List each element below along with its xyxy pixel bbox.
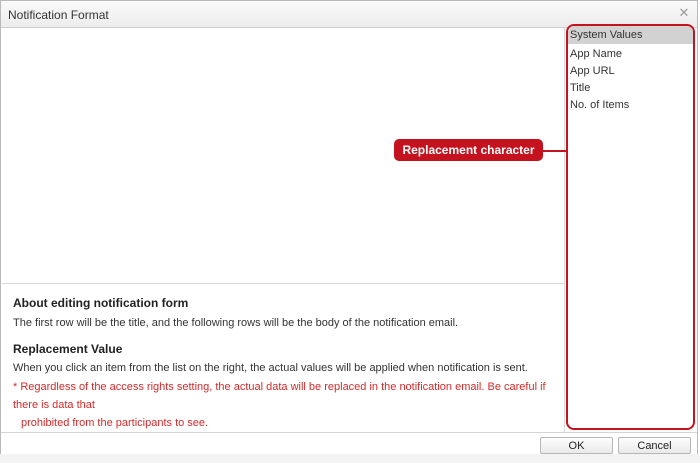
- editor-divider: [2, 283, 564, 284]
- cancel-button[interactable]: Cancel: [618, 437, 691, 454]
- warning-text: * Regardless of the access rights settin…: [13, 378, 558, 432]
- callout-connector: [543, 150, 566, 152]
- panel-divider: [564, 28, 565, 432]
- dialog-title: Notification Format: [8, 8, 109, 22]
- system-value-app-name[interactable]: App Name: [570, 46, 629, 63]
- system-value-no-of-items[interactable]: No. of Items: [570, 97, 629, 114]
- editing-help-heading: About editing notification form: [13, 296, 189, 310]
- background-page-text: [0, 454, 700, 463]
- system-values-panel: System Values App Name App URL Title No.…: [566, 24, 695, 430]
- replacement-character-callout: Replacement character: [394, 139, 543, 161]
- replacement-help-text: When you click an item from the list on …: [13, 362, 528, 374]
- warning-line-2: prohibited from the participants to see.: [21, 417, 209, 429]
- system-value-title[interactable]: Title: [570, 80, 629, 97]
- warning-line-1: * Regardless of the access rights settin…: [13, 381, 546, 411]
- system-values-list: App Name App URL Title No. of Items: [570, 46, 629, 114]
- replacement-help-heading: Replacement Value: [13, 342, 123, 356]
- system-values-header: System Values: [568, 26, 693, 44]
- system-value-app-url[interactable]: App URL: [570, 63, 629, 80]
- ok-button[interactable]: OK: [540, 437, 613, 454]
- close-icon[interactable]: ✕: [677, 6, 691, 20]
- editing-help-text: The first row will be the title, and the…: [13, 317, 459, 329]
- dialog-footer: OK Cancel: [1, 432, 697, 454]
